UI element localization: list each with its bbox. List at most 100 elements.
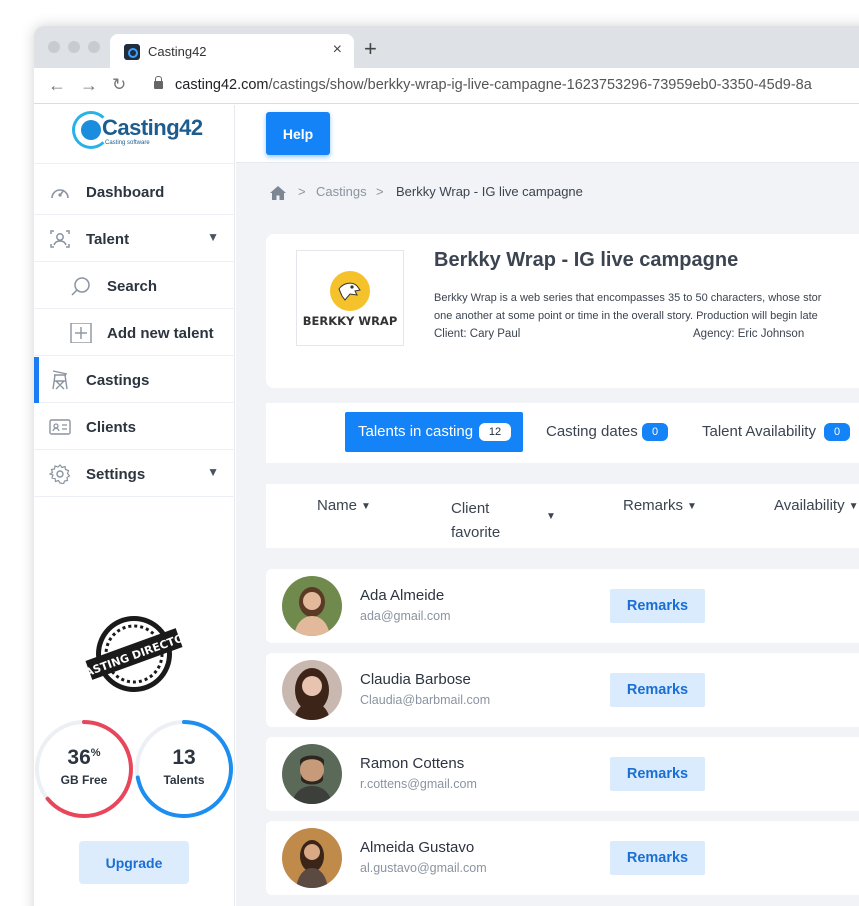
tab-label: Talents in casting bbox=[358, 423, 474, 440]
casting42-logo[interactable]: Casting42 Casting software bbox=[72, 111, 203, 157]
chevron-down-icon[interactable]: ▼ bbox=[207, 465, 219, 479]
description-line: one another at some point or time in the… bbox=[434, 310, 818, 322]
sidebar-item-label: Search bbox=[107, 278, 158, 295]
forward-arrow-icon[interactable]: → bbox=[80, 75, 98, 96]
storage-unit: % bbox=[90, 747, 101, 759]
remarks-button[interactable]: Remarks bbox=[610, 841, 705, 875]
dashboard-icon bbox=[51, 189, 69, 199]
url-domain: casting42.com bbox=[175, 77, 269, 93]
talent-name[interactable]: Ramon Cottens bbox=[360, 755, 464, 772]
talent-name[interactable]: Claudia Barbose bbox=[360, 671, 471, 688]
sidebar-item-settings[interactable]: Settings ▼ bbox=[34, 451, 235, 497]
tab-count-badge: 0 bbox=[642, 423, 668, 441]
url-field[interactable]: casting42.com/castings/show/berkky-wrap-… bbox=[175, 77, 812, 93]
sidebar-item-label: Castings bbox=[86, 372, 150, 389]
window-close-dot[interactable] bbox=[48, 41, 60, 53]
logo-text: Casting42 bbox=[102, 115, 203, 140]
sidebar-item-search[interactable]: Search bbox=[34, 263, 235, 309]
breadcrumb-current: Berkky Wrap - IG live campagne bbox=[396, 184, 583, 199]
logo-dot-icon bbox=[81, 120, 101, 140]
new-tab-icon[interactable]: + bbox=[364, 38, 377, 60]
browser-window: Casting42 × + ← → ↻ casting42.com/castin… bbox=[34, 26, 859, 906]
talent-email: Claudia@barbmail.com bbox=[360, 693, 491, 707]
remarks-button[interactable]: Remarks bbox=[610, 673, 705, 707]
talent-row[interactable]: Ramon Cottens r.cottens@gmail.com Remark… bbox=[266, 737, 859, 811]
url-path: /castings/show/berkky-wrap-ig-live-campa… bbox=[268, 77, 812, 93]
description-line: Berkky Wrap is a web series that encompa… bbox=[434, 292, 822, 304]
sidebar-item-dashboard[interactable]: Dashboard bbox=[34, 169, 235, 215]
column-label: Availability bbox=[774, 497, 845, 514]
chevron-down-icon[interactable]: ▼ bbox=[546, 511, 556, 522]
project-logo: BERKKY WRAP bbox=[296, 250, 404, 346]
home-icon[interactable] bbox=[270, 186, 286, 200]
talent-name[interactable]: Almeida Gustavo bbox=[360, 839, 474, 856]
sidebar-divider bbox=[34, 163, 235, 164]
screenshot-stage: Casting42 × + ← → ↻ casting42.com/castin… bbox=[0, 0, 859, 906]
column-label: favorite bbox=[451, 524, 501, 541]
talent-row[interactable]: Claudia Barbose Claudia@barbmail.com Rem… bbox=[266, 653, 859, 727]
project-card: BERKKY WRAP Berkky Wrap - IG live campag… bbox=[266, 234, 859, 388]
sidebar-item-clients[interactable]: Clients bbox=[34, 404, 235, 450]
gear-icon bbox=[49, 464, 71, 484]
avatar bbox=[282, 828, 342, 888]
chevron-down-icon: ▼ bbox=[687, 500, 697, 512]
project-description: Berkky Wrap is a web series that encompa… bbox=[434, 289, 859, 325]
talent-icon bbox=[50, 230, 70, 248]
talent-row[interactable]: Ada Almeide ada@gmail.com Remarks bbox=[266, 569, 859, 643]
tab-talents-in-casting[interactable]: Talents in casting 12 bbox=[345, 412, 523, 452]
column-name[interactable]: Name ▼ bbox=[317, 497, 371, 514]
close-tab-icon[interactable]: × bbox=[333, 41, 342, 59]
tab-casting-dates[interactable]: Casting dates 0 bbox=[537, 412, 673, 452]
help-button[interactable]: Help bbox=[266, 112, 330, 155]
tab-count-badge: 12 bbox=[479, 423, 511, 441]
upgrade-button[interactable]: Upgrade bbox=[79, 841, 189, 884]
chevron-down-icon[interactable]: ▼ bbox=[207, 230, 219, 244]
sidebar-item-castings[interactable]: Castings bbox=[34, 357, 235, 403]
chevron-down-icon: ▼ bbox=[361, 500, 371, 512]
project-agency: Agency: Eric Johnson bbox=[693, 328, 805, 340]
talents-label: Talents bbox=[163, 773, 205, 787]
main-content: Help > Castings > Berkky Wrap - IG live … bbox=[236, 105, 859, 906]
window-minimize-dot[interactable] bbox=[68, 41, 80, 53]
tab-talent-availability[interactable]: Talent Availability 0 bbox=[695, 412, 855, 452]
app-root: Casting42 Casting software Dashboard Tal… bbox=[34, 105, 859, 906]
logo-subtitle: Casting software bbox=[105, 140, 150, 146]
project-client: Client: Cary Paul bbox=[434, 328, 521, 340]
remarks-button[interactable]: Remarks bbox=[610, 589, 705, 623]
sidebar-item-add-new-talent[interactable]: Add new talent bbox=[34, 310, 235, 356]
director-chair-icon bbox=[52, 370, 68, 390]
id-card-icon bbox=[49, 419, 71, 435]
tabs-bar: Talents in casting 12 Casting dates 0 Ta… bbox=[266, 403, 859, 463]
avatar bbox=[282, 576, 342, 636]
project-logo-text: BERKKY WRAP bbox=[303, 314, 398, 328]
back-arrow-icon[interactable]: ← bbox=[48, 75, 66, 96]
sidebar-item-label: Clients bbox=[86, 419, 137, 436]
storage-value: 36% bbox=[34, 746, 134, 770]
column-client-favorite[interactable]: Client favorite bbox=[451, 497, 500, 545]
breadcrumb-separator: > bbox=[298, 184, 306, 199]
sidebar-item-label: Talent bbox=[86, 231, 130, 248]
column-availability[interactable]: Availability ▼ bbox=[774, 497, 859, 514]
window-zoom-dot[interactable] bbox=[88, 41, 100, 53]
tab-title: Casting42 bbox=[148, 44, 207, 59]
table-header: Name ▼ Client favorite ▼ Remarks ▼ Availab… bbox=[266, 484, 859, 548]
sidebar-item-label: Dashboard bbox=[86, 184, 165, 201]
talent-name[interactable]: Ada Almeide bbox=[360, 587, 444, 604]
column-remarks[interactable]: Remarks ▼ bbox=[623, 497, 697, 514]
tab-label: Talent Availability bbox=[702, 423, 816, 440]
talent-row[interactable]: Almeida Gustavo al.gustavo@gmail.com Rem… bbox=[266, 821, 859, 895]
browser-tabbar: Casting42 × + bbox=[34, 26, 859, 68]
breadcrumb-castings[interactable]: Castings bbox=[316, 184, 367, 199]
browser-tab[interactable]: Casting42 × bbox=[110, 34, 354, 68]
reload-icon[interactable]: ↻ bbox=[112, 75, 126, 95]
storage-gauge: 36% GB Free bbox=[34, 719, 134, 819]
project-title: Berkky Wrap - IG live campagne bbox=[434, 249, 739, 271]
talent-email: r.cottens@gmail.com bbox=[360, 777, 477, 791]
column-label: Remarks bbox=[623, 497, 684, 514]
remarks-button[interactable]: Remarks bbox=[610, 757, 705, 791]
favicon-icon bbox=[124, 44, 140, 60]
casting-director-stamp: CASTING DIRECTOR bbox=[84, 616, 184, 692]
sidebar-item-label: Settings bbox=[86, 466, 146, 483]
sidebar-item-label: Add new talent bbox=[107, 325, 214, 342]
sidebar-item-talent[interactable]: Talent ▼ bbox=[34, 216, 235, 262]
